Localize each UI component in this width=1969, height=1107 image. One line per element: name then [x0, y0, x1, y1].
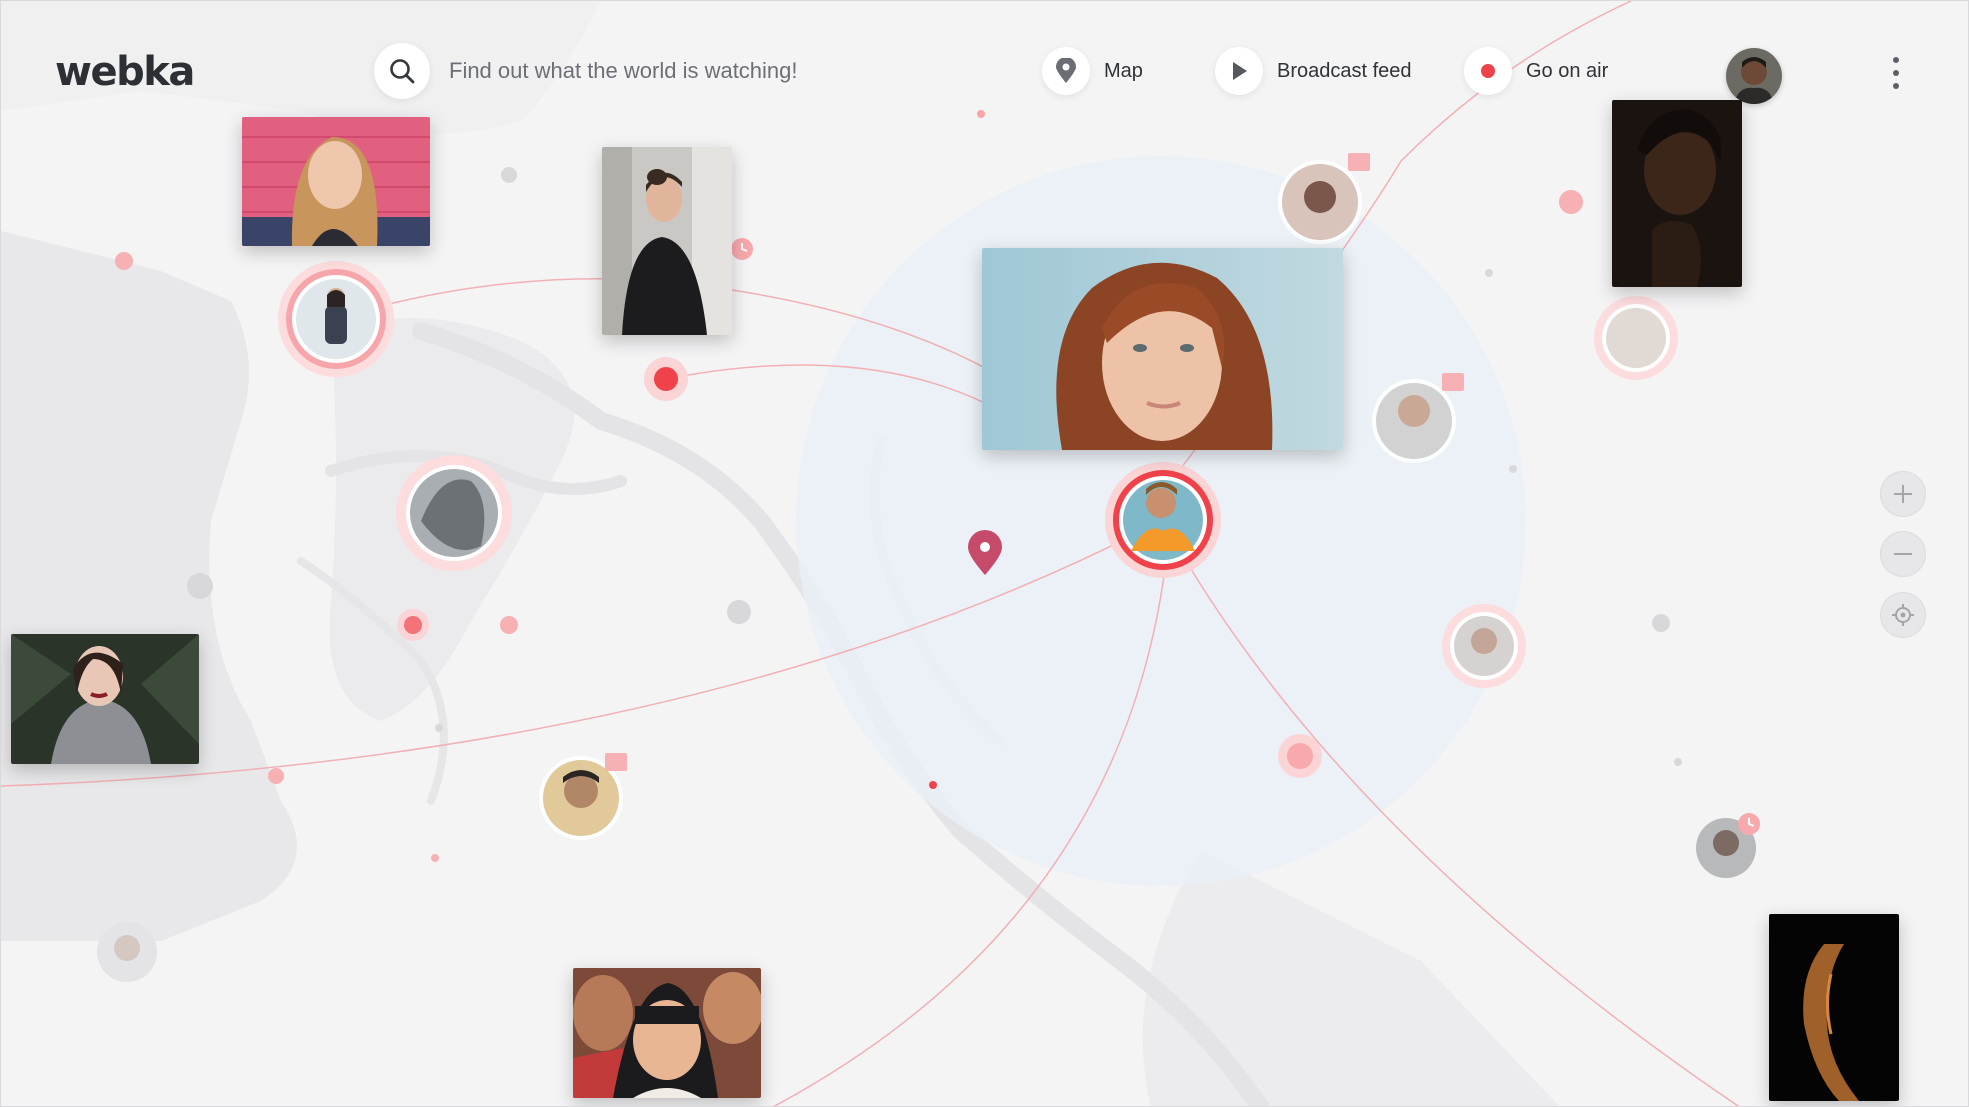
user-avatar-marker[interactable] — [97, 922, 157, 982]
locate-icon — [1892, 604, 1914, 626]
play-icon — [1233, 62, 1247, 80]
map-pin-icon — [1056, 58, 1076, 83]
user-avatar-marker[interactable] — [1696, 813, 1760, 878]
featured-stream-card[interactable] — [982, 248, 1343, 450]
stream-card[interactable] — [1612, 100, 1742, 287]
nav-broadcast-feed[interactable]: Broadcast feed — [1215, 45, 1412, 97]
user-avatar-marker[interactable] — [1442, 604, 1526, 688]
selected-user-avatar[interactable] — [1105, 462, 1221, 578]
stream-card[interactable] — [242, 117, 430, 246]
stream-card[interactable] — [573, 968, 761, 1098]
search-button[interactable] — [374, 43, 430, 99]
more-menu-button[interactable] — [1881, 53, 1911, 93]
app-logo[interactable]: webka — [55, 49, 195, 95]
stream-thumbnail — [573, 968, 761, 1098]
live-marker[interactable] — [1278, 734, 1322, 778]
stream-thumbnail — [1612, 100, 1742, 287]
user-avatar-marker[interactable] — [278, 261, 394, 377]
zoom-in-button[interactable] — [1880, 471, 1926, 517]
map-screen: webka Map Broadcast feed Go — [0, 0, 1969, 1107]
nav-map[interactable]: Map — [1042, 45, 1143, 97]
stream-thumbnail — [1769, 914, 1899, 1101]
live-marker[interactable] — [397, 609, 429, 641]
zoom-out-icon — [1894, 553, 1912, 555]
user-avatar-marker[interactable] — [539, 753, 627, 840]
search-input[interactable] — [449, 53, 869, 89]
nav-map-label: Map — [1104, 59, 1143, 82]
stream-thumbnail — [242, 117, 430, 246]
search-icon — [390, 59, 415, 84]
stream-card[interactable] — [11, 634, 199, 764]
user-avatar[interactable] — [1726, 48, 1782, 104]
live-marker[interactable] — [644, 357, 688, 401]
zoom-in-icon — [1894, 485, 1912, 503]
user-avatar-marker[interactable] — [1594, 296, 1678, 380]
nav-broadcast-feed-label: Broadcast feed — [1277, 59, 1412, 82]
user-avatar-marker[interactable] — [396, 455, 512, 571]
zoom-out-button[interactable] — [1880, 531, 1926, 577]
live-dot-icon — [1481, 64, 1495, 78]
stream-card[interactable] — [1769, 914, 1899, 1101]
stream-card[interactable] — [602, 147, 732, 335]
stream-thumbnail — [602, 147, 732, 335]
nav-go-on-air-label: Go on air — [1526, 59, 1609, 82]
clock-icon — [731, 238, 753, 260]
user-avatar-image — [1726, 48, 1782, 104]
nav-go-on-air[interactable]: Go on air — [1464, 45, 1608, 97]
stream-thumbnail — [11, 634, 199, 764]
stream-thumbnail — [982, 248, 1343, 450]
locate-button[interactable] — [1880, 592, 1926, 638]
